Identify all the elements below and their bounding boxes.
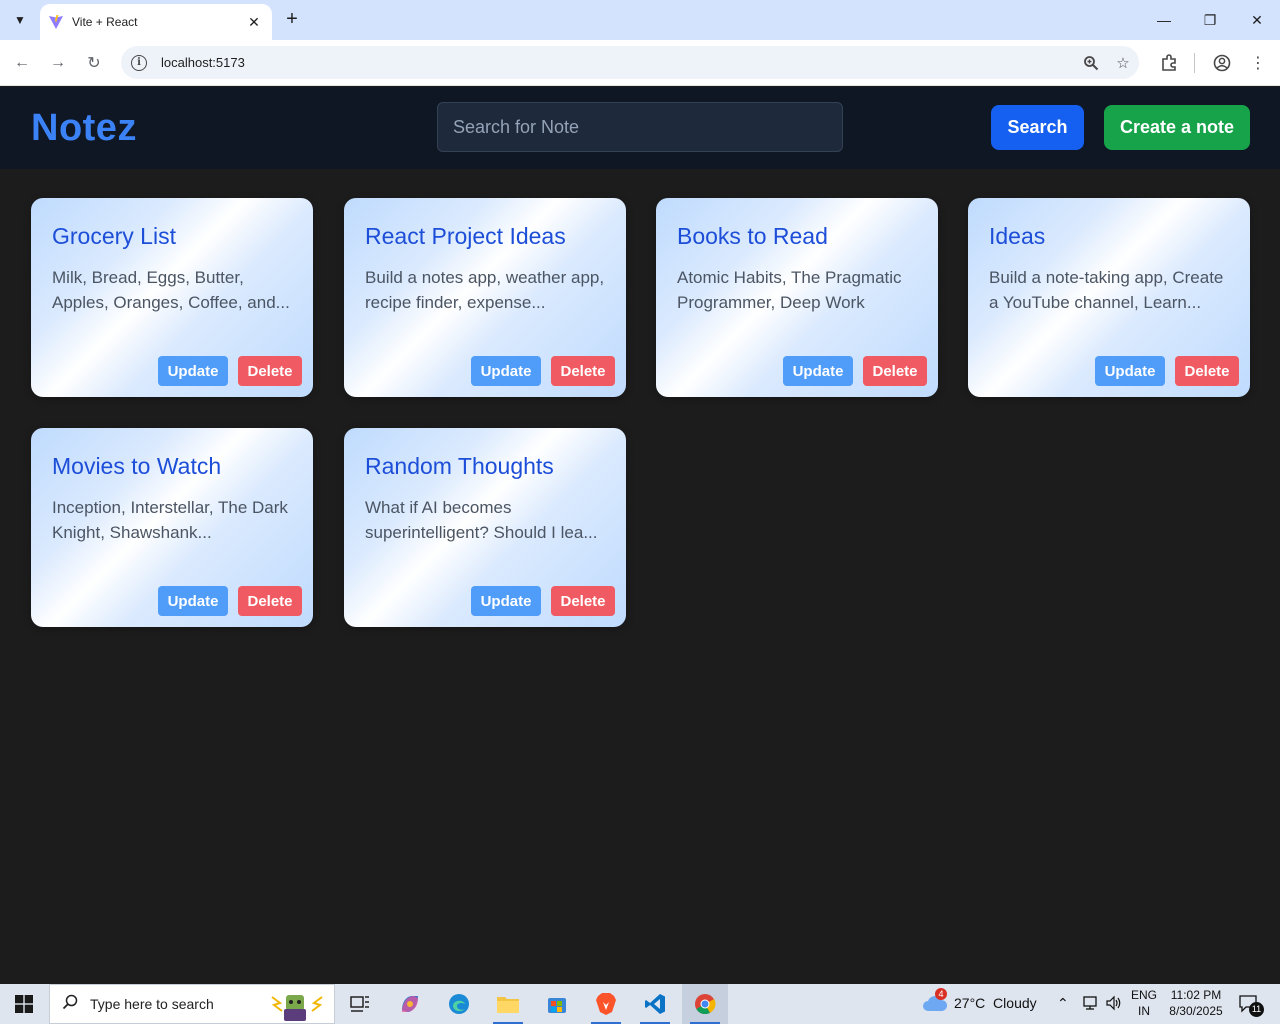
delete-button[interactable]: Delete <box>1175 356 1239 386</box>
cloud-icon: 4 <box>922 988 948 1012</box>
back-icon[interactable]: ← <box>8 49 36 77</box>
update-button[interactable]: Update <box>158 586 228 616</box>
note-body: Inception, Interstellar, The Dark Knight… <box>52 498 288 542</box>
note-body: Atomic Habits, The Pragmatic Programmer,… <box>677 268 902 312</box>
zoom-icon[interactable] <box>1075 47 1107 79</box>
chrome-icon[interactable] <box>682 984 728 1024</box>
brave-browser-icon[interactable] <box>583 984 629 1024</box>
note-body: Milk, Bread, Eggs, Butter, Apples, Orang… <box>52 268 290 312</box>
delete-button[interactable]: Delete <box>238 356 302 386</box>
show-hidden-icons-icon[interactable]: ⌃ <box>1057 995 1069 1012</box>
browser-tab[interactable]: Vite + React ✕ <box>40 4 272 40</box>
toolbar-divider <box>1194 53 1195 73</box>
browser-tab-bar: ▼ Vite + React ✕ + — ❐ ✕ <box>0 0 1280 40</box>
vite-favicon-icon <box>49 15 63 29</box>
note-card: Ideas Build a note-taking app, Create a … <box>968 198 1250 397</box>
note-title: React Project Ideas <box>365 223 566 249</box>
update-button[interactable]: Update <box>471 356 541 386</box>
notification-count: 11 <box>1249 1002 1264 1017</box>
taskbar-search-placeholder: Type here to search <box>90 996 214 1012</box>
start-button[interactable] <box>0 984 48 1024</box>
windows-logo-icon <box>15 995 33 1013</box>
address-bar[interactable]: i localhost:5173 ☆ <box>121 46 1139 79</box>
note-title: Books to Read <box>677 223 828 249</box>
delete-button[interactable]: Delete <box>551 586 615 616</box>
note-title: Grocery List <box>52 223 176 249</box>
update-button[interactable]: Update <box>1095 356 1165 386</box>
delete-button[interactable]: Delete <box>863 356 927 386</box>
reload-icon[interactable]: ↻ <box>80 49 108 77</box>
url-text[interactable]: localhost:5173 <box>161 55 1075 70</box>
update-button[interactable]: Update <box>471 586 541 616</box>
app-logo: Notez <box>31 107 137 149</box>
note-body: Build a note-taking app, Create a YouTub… <box>989 268 1224 312</box>
search-icon <box>50 994 90 1015</box>
volume-icon[interactable] <box>1105 994 1123 1015</box>
app-header: Notez Search Create a note <box>0 87 1280 169</box>
microsoft-store-icon[interactable] <box>534 984 580 1024</box>
language-code: ENG <box>1130 988 1157 1002</box>
clock-date: 8/30/2025 <box>1169 1004 1223 1018</box>
browser-menu-icon[interactable]: ⋮ <box>1244 49 1272 77</box>
delete-button[interactable]: Delete <box>238 586 302 616</box>
tab-search-dropdown-icon[interactable]: ▼ <box>6 6 34 34</box>
note-body: Build a notes app, weather app, recipe f… <box>365 268 605 312</box>
forward-icon[interactable]: → <box>44 49 72 77</box>
note-card: Books to Read Atomic Habits, The Pragmat… <box>656 198 938 397</box>
delete-button[interactable]: Delete <box>551 356 615 386</box>
search-highlight-icon <box>270 989 324 1021</box>
browser-toolbar: ← → ↻ i localhost:5173 ☆ ⋮ <box>0 40 1280 86</box>
site-info-icon[interactable]: i <box>131 54 147 71</box>
create-note-button[interactable]: Create a note <box>1104 105 1250 150</box>
vscode-icon[interactable] <box>632 984 678 1024</box>
network-icon[interactable] <box>1082 994 1100 1015</box>
profile-icon[interactable] <box>1208 49 1236 77</box>
weather-badge: 4 <box>935 988 947 1000</box>
extensions-icon[interactable] <box>1155 49 1183 77</box>
clock[interactable]: 11:02 PM 8/30/2025 <box>1163 988 1229 1018</box>
clock-time: 11:02 PM <box>1170 988 1222 1002</box>
windows-taskbar: Type here to search 4 27°C Cloudy ⌃ ENG … <box>0 984 1280 1024</box>
new-tab-button[interactable]: + <box>280 8 304 32</box>
note-card: Movies to Watch Inception, Interstellar,… <box>31 428 313 627</box>
note-search-input[interactable] <box>437 102 843 152</box>
note-title: Random Thoughts <box>365 453 554 479</box>
region-code: IN <box>1138 1004 1150 1018</box>
tab-title: Vite + React <box>72 15 138 29</box>
update-button[interactable]: Update <box>783 356 853 386</box>
update-button[interactable]: Update <box>158 356 228 386</box>
note-title: Ideas <box>989 223 1046 249</box>
copilot-icon[interactable] <box>387 984 433 1024</box>
language-indicator[interactable]: ENG IN <box>1127 988 1161 1018</box>
taskbar-search-box[interactable]: Type here to search <box>49 984 335 1024</box>
search-button[interactable]: Search <box>991 105 1084 150</box>
minimize-icon[interactable]: — <box>1141 0 1187 40</box>
note-card: Random Thoughts What if AI becomes super… <box>344 428 626 627</box>
note-card: Grocery List Milk, Bread, Eggs, Butter, … <box>31 198 313 397</box>
note-body: What if AI becomes superintelligent? Sho… <box>365 498 598 542</box>
restore-icon[interactable]: ❐ <box>1187 0 1233 40</box>
file-explorer-icon[interactable] <box>485 984 531 1024</box>
note-title: Movies to Watch <box>52 453 222 479</box>
notification-center-icon[interactable]: 11 <box>1236 993 1264 1017</box>
note-card: React Project Ideas Build a notes app, w… <box>344 198 626 397</box>
bookmark-star-icon[interactable]: ☆ <box>1107 47 1139 79</box>
close-window-icon[interactable]: ✕ <box>1234 0 1280 40</box>
weather-widget[interactable]: 4 27°C Cloudy <box>922 988 1037 1012</box>
weather-text: 27°C Cloudy <box>954 995 1037 1011</box>
task-view-icon[interactable] <box>337 984 383 1024</box>
tab-close-icon[interactable]: ✕ <box>246 14 262 31</box>
edge-icon[interactable] <box>436 984 482 1024</box>
